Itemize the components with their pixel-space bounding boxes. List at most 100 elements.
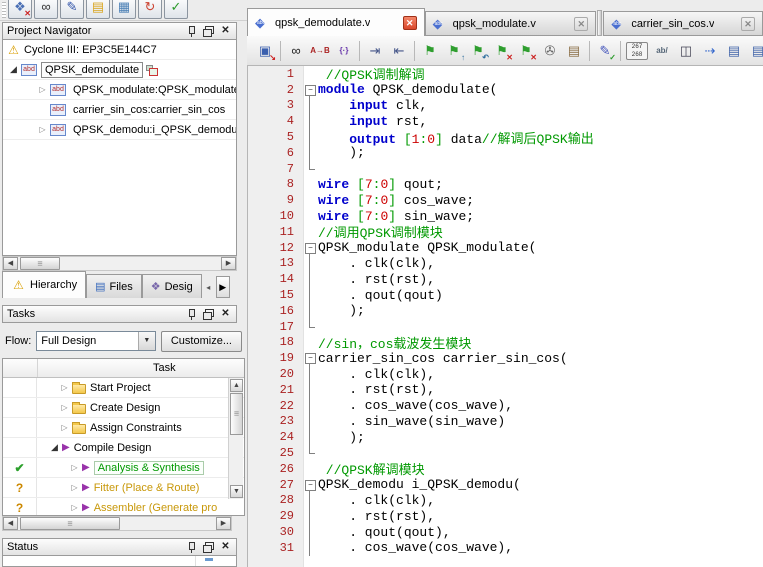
navigator-hscrollbar[interactable]: ◀ ▶ [2,256,237,271]
match-bracket-icon[interactable]: {·} [332,39,356,63]
code-line[interactable]: 7 [248,161,763,177]
scroll-down-icon[interactable]: ▼ [230,485,243,498]
unindent-icon[interactable]: ⇤ [387,39,411,63]
split-window-icon[interactable]: ◫ [674,39,698,63]
find-icon[interactable]: ∞ [34,0,58,19]
fold-marker-icon[interactable] [304,477,318,493]
close-button[interactable]: ✕ [219,541,232,553]
editor-tab[interactable]: ◆abccarrier_sin_cos.v✕ [603,11,763,36]
float-button[interactable] [202,25,215,37]
check-document-icon[interactable]: ✓ [164,0,188,19]
task-row[interactable]: ?▷▶Assembler (Generate pro [3,498,244,516]
code-line[interactable]: 29 . rst(rst), [248,508,763,524]
scroll-right-icon[interactable]: ▶ [221,257,236,270]
expander-icon[interactable]: ▷ [67,463,82,472]
tab-desig[interactable]: ❖Desig [142,274,202,298]
code-line[interactable]: 24 ); [248,429,763,445]
tab-files[interactable]: ▤Files [86,274,142,298]
window-list-icon[interactable]: ▦ [112,0,136,19]
tree-item[interactable]: ▷abdQPSK_demodu:i_QPSK_demodu [3,120,236,140]
save-in-new-window-icon[interactable]: ▣↘ [253,39,277,63]
scrollbar-thumb[interactable] [230,393,243,435]
format-indent-icon[interactable]: ▤ [746,39,763,63]
indent-icon[interactable]: ⇥ [363,39,387,63]
code-line[interactable]: 19carrier_sin_cos carrier_sin_cos( [248,350,763,366]
code-line[interactable]: 21 . rst(rst), [248,382,763,398]
fold-marker-icon[interactable] [304,240,318,256]
code-line[interactable]: 8wire [7:0] qout; [248,177,763,193]
expander-icon[interactable]: ▷ [67,483,82,492]
code-line[interactable]: 12QPSK_modulate QPSK_modulate( [248,240,763,256]
editor-tab[interactable]: ◆abcqpsk_demodulate.v✕ [247,8,425,36]
scroll-left-icon[interactable]: ◀ [3,257,18,270]
tree-item[interactable]: ⚠Cyclone III: EP3C5E144C7 [3,40,236,60]
code-line[interactable]: 27QPSK_demodu i_QPSK_demodu( [248,477,763,493]
pin-button[interactable] [185,25,198,37]
bookmark-delete-icon[interactable]: ⚑✕ [490,39,514,63]
tab-close-button[interactable]: ✕ [574,17,588,31]
close-button[interactable]: ✕ [219,308,232,320]
scrollbar-thumb[interactable] [20,517,120,530]
edit-icon[interactable]: ✎ [60,0,84,19]
expander-icon[interactable]: ◢ [6,64,21,75]
tab-hierarchy[interactable]: ⚠Hierarchy [2,271,86,298]
code-line[interactable]: 15 . qout(qout) [248,287,763,303]
customize-button[interactable]: Customize... [161,331,242,352]
code-line[interactable]: 28 . clk(clk), [248,493,763,509]
code-line[interactable]: 5 output [1:0] data//解调后QPSK输出 [248,129,763,145]
stop-processing-icon[interactable]: ❖✕ [8,0,32,19]
tree-item[interactable]: ◢abdQPSK_demodulate [3,60,236,80]
analyze-current-file-icon[interactable]: ✎✓ [593,39,617,63]
bookmark-delete-all-icon[interactable]: ⚑✕ [514,39,538,63]
bookmark-toggle-icon[interactable]: ⚑↑ [442,39,466,63]
flow-select[interactable]: Full Design ▼ [36,331,156,351]
tab-scroll-right-icon[interactable]: ▶ [216,276,230,298]
comment-icon[interactable]: ab/ [650,39,674,63]
replace-icon[interactable]: A→B [308,39,332,63]
attachment-icon[interactable]: ✇ [538,39,562,63]
code-line[interactable]: 9wire [7:0] cos_wave; [248,192,763,208]
pin-button[interactable] [185,308,198,320]
code-line[interactable]: 30 . qout(qout), [248,524,763,540]
scroll-right-icon[interactable]: ▶ [216,517,231,530]
pin-button[interactable] [185,541,198,553]
scrollbar-thumb[interactable] [20,257,60,270]
task-row[interactable]: ✔▷▶Analysis & Synthesis [3,458,244,478]
code-line[interactable]: 23 . sin_wave(sin_wave) [248,414,763,430]
bookmark-previous-icon[interactable]: ⚑↶ [466,39,490,63]
goto-line-icon[interactable]: ⇢ [698,39,722,63]
format-left-icon[interactable]: ▤ [722,39,746,63]
code-line[interactable]: 2module QPSK_demodulate( [248,82,763,98]
scroll-up-icon[interactable]: ▲ [230,379,243,392]
refresh-icon[interactable]: ↻ [138,0,162,19]
expander-icon[interactable]: ◢ [47,442,62,453]
code-line[interactable]: 11//调用QPSK调制模块 [248,224,763,240]
scroll-left-icon[interactable]: ◀ [3,517,18,530]
code-line[interactable]: 3 input clk, [248,98,763,114]
tab-close-button[interactable]: ✕ [403,16,417,30]
float-button[interactable] [202,541,215,553]
line-count-icon[interactable]: 267268 [626,42,648,60]
fold-marker-icon[interactable] [304,82,318,98]
tree-item[interactable]: ▷abdQPSK_modulate:QPSK_modulate [3,80,236,100]
float-button[interactable] [202,308,215,320]
task-vscrollbar[interactable]: ▲ ▼ [228,378,243,499]
chevron-down-icon[interactable]: ▼ [138,332,155,350]
code-line[interactable]: 20 . clk(clk), [248,366,763,382]
insert-template-icon[interactable]: ⚑ [418,39,442,63]
expander-icon[interactable]: ▷ [57,403,72,412]
code-line[interactable]: 22 . cos_wave(cos_wave), [248,398,763,414]
code-line[interactable]: 18//sin，cos载波发生模块 [248,335,763,351]
fold-marker-icon[interactable] [304,350,318,366]
code-line[interactable]: 13 . clk(clk), [248,256,763,272]
task-row[interactable]: ▷Create Design [3,398,244,418]
tab-group-divider[interactable] [597,10,602,36]
expander-icon[interactable]: ▷ [35,85,50,94]
tab-scroll-left-icon[interactable]: ◂ [202,278,215,298]
editor-tab[interactable]: ◆abcqpsk_modulate.v✕ [425,11,597,36]
task-row[interactable]: ▷Assign Constraints [3,418,244,438]
expander-icon[interactable]: ▷ [57,383,72,392]
code-line[interactable]: 6 ); [248,145,763,161]
task-row[interactable]: ▷Start Project [3,378,244,398]
find-icon[interactable]: ∞ [284,39,308,63]
